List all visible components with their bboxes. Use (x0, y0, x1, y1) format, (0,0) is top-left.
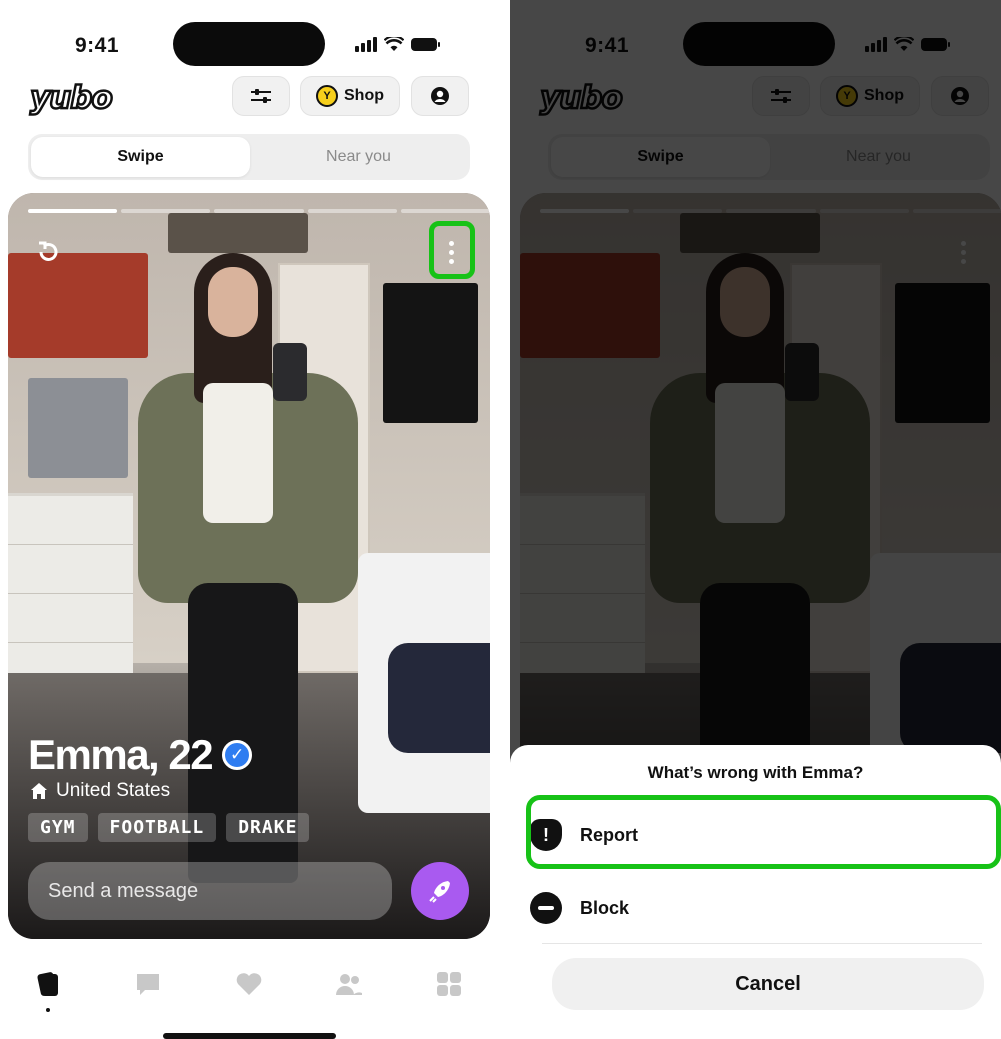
boost-button[interactable] (411, 862, 469, 920)
right-screen: 9:41 yubo Y Shop Swipe Near you (510, 0, 1001, 1039)
tab-near-you[interactable]: Near you (249, 137, 468, 177)
profile-card[interactable]: Emma, 22 ✓ United States GYM FOOTBALL DR… (8, 193, 490, 939)
cards-icon[interactable] (32, 968, 64, 1012)
home-indicator (163, 1033, 336, 1039)
photo-progress (28, 209, 490, 213)
app-header: yubo Y Shop (0, 74, 500, 118)
interest-tags: GYM FOOTBALL DRAKE (28, 813, 310, 842)
shop-label: Shop (344, 87, 384, 104)
block-icon (530, 892, 562, 924)
poster (8, 253, 148, 358)
coin-icon: Y (316, 85, 338, 107)
mode-switch: Swipe Near you (28, 134, 470, 180)
cancel-button[interactable]: Cancel (552, 958, 984, 1010)
location-text: United States (56, 780, 171, 801)
left-screen: 9:41 yubo Y Shop Swipe Near you Emma, 22… (0, 0, 500, 1039)
shop-button[interactable]: Y Shop (300, 76, 400, 116)
highlight-more-options (429, 221, 475, 279)
battery-icon (411, 37, 440, 51)
profile-location: United States (30, 780, 170, 802)
poster (383, 283, 478, 423)
block-option[interactable]: Block (530, 880, 980, 936)
bed (358, 553, 490, 813)
bottom-tab-bar (0, 960, 500, 1020)
heart-icon[interactable] (233, 968, 265, 1000)
wifi-icon (384, 36, 404, 51)
status-time: 9:41 (75, 34, 120, 57)
verified-badge-icon: ✓ (222, 740, 253, 770)
home-icon (31, 783, 47, 799)
divider (542, 943, 982, 944)
user-icon (431, 87, 449, 105)
tab-swipe[interactable]: Swipe (31, 137, 250, 177)
yubo-logo: yubo (29, 79, 114, 118)
friends-icon[interactable] (333, 968, 365, 1000)
sheet-title: What’s wrong with Emma? (647, 763, 864, 782)
message-input[interactable]: Send a message (28, 862, 392, 920)
undo-icon[interactable] (34, 239, 62, 267)
action-sheet: What’s wrong with Emma? ! Report Block C… (510, 745, 1001, 1039)
dynamic-island (173, 22, 325, 66)
signal-icon (355, 36, 377, 52)
status-icons (355, 36, 440, 52)
status-bar: 9:41 (0, 22, 500, 66)
mirror (28, 378, 128, 478)
dresser (8, 493, 133, 693)
grid-icon[interactable] (433, 968, 465, 1000)
chat-icon[interactable] (132, 968, 164, 1000)
block-label: Block (580, 897, 630, 918)
tag: DRAKE (226, 813, 310, 842)
profile-name: Emma, 22 (28, 731, 214, 778)
poster (168, 213, 308, 253)
filter-button[interactable] (232, 76, 290, 116)
highlight-report (526, 795, 1001, 869)
rocket-icon (429, 881, 450, 903)
tag: GYM (28, 813, 88, 842)
sliders-icon (251, 89, 271, 103)
profile-name-row: Emma, 22 ✓ (28, 731, 253, 779)
profile-button[interactable] (411, 76, 469, 116)
tag: FOOTBALL (97, 813, 217, 842)
